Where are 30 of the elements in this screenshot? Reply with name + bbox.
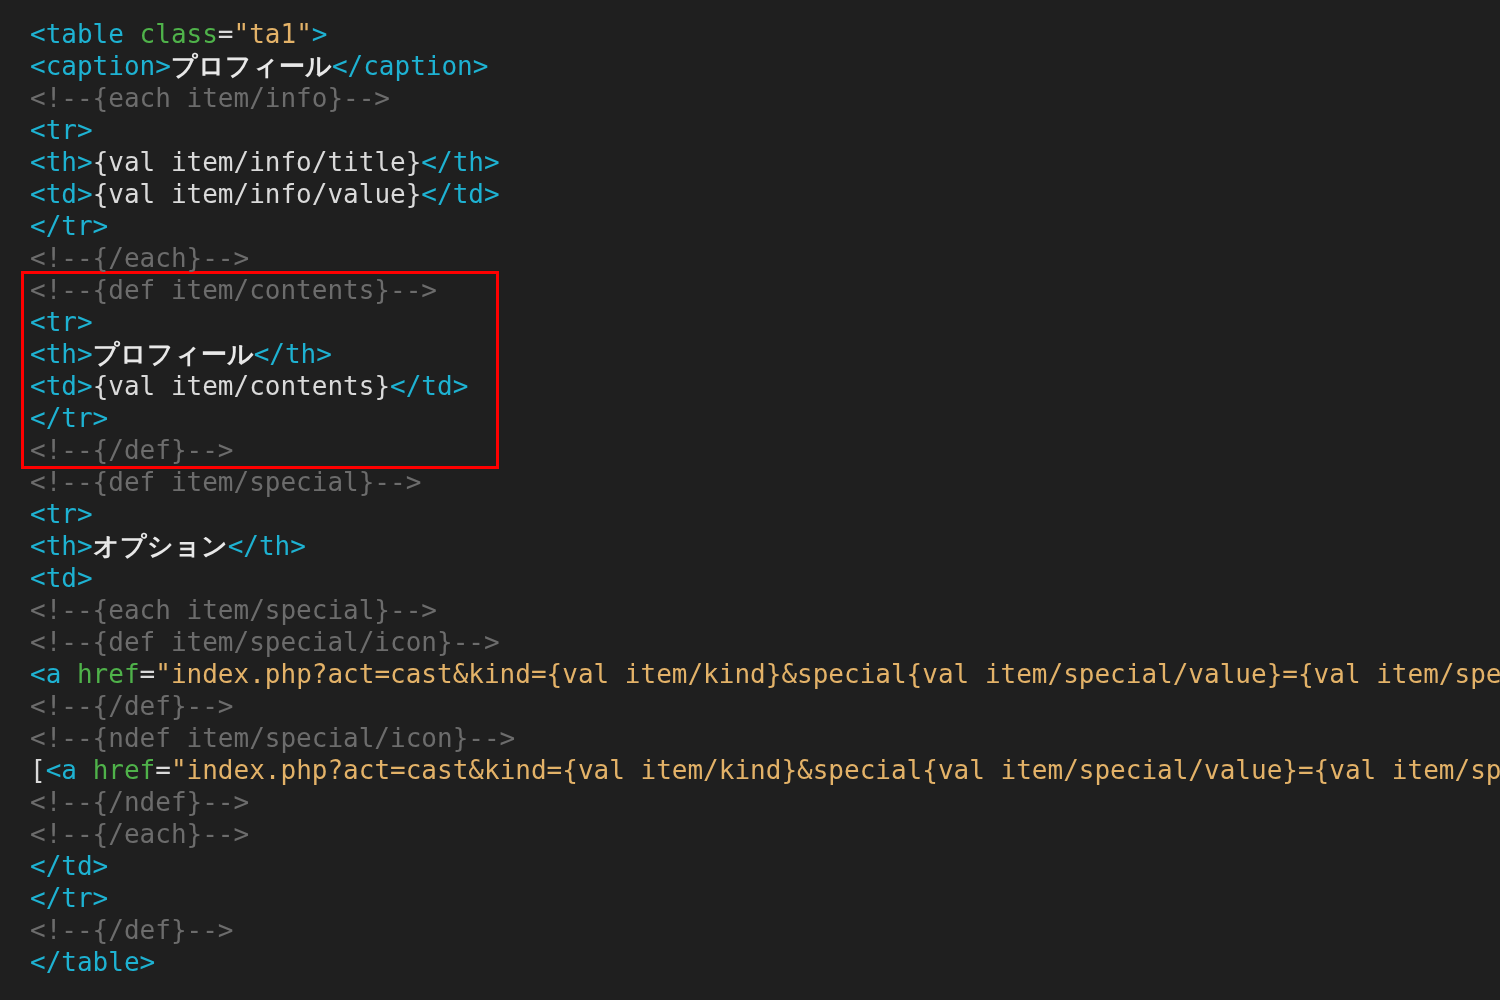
code-line: <!--{each item/special}-->: [30, 594, 437, 626]
code-line: <td>{val item/info/value}</td>: [30, 178, 500, 210]
code-line: <tr>: [30, 114, 93, 146]
code-line: <!--{/def}-->: [30, 434, 234, 466]
code-line: <tr>: [30, 498, 93, 530]
code-line: <td>: [30, 562, 93, 594]
code-line: <!--{def item/contents}-->: [30, 274, 437, 306]
code-line: <td>{val item/contents}</td>: [30, 370, 469, 402]
code-line: <tr>: [30, 306, 93, 338]
code-line: <!--{/def}-->: [30, 690, 234, 722]
code-line: <!--{ndef item/special/icon}-->: [30, 722, 516, 754]
code-line: </td>: [30, 850, 109, 882]
code-line: <table class="ta1">: [30, 18, 328, 50]
code-line: <!--{/each}-->: [30, 818, 250, 850]
code-line: <!--{each item/info}-->: [30, 82, 391, 114]
code-line: <a href="index.php?act=cast&kind={val item/kind}&special{val item/special/value}={val item/spe: [30, 658, 1500, 690]
code-line: <!--{def item/special}-->: [30, 466, 422, 498]
code-line: </tr>: [30, 210, 109, 242]
code-line: </tr>: [30, 882, 109, 914]
code-line: </table>: [30, 946, 156, 978]
code-line: <!--{/ndef}-->: [30, 786, 250, 818]
code-line: <!--{/def}-->: [30, 914, 234, 946]
code-line: </tr>: [30, 402, 109, 434]
code-line: <!--{/each}-->: [30, 242, 250, 274]
code-line: <caption>プロフィール</caption>: [30, 50, 489, 82]
code-line: <th>{val item/info/title}</th>: [30, 146, 500, 178]
code-line: <th>オプション</th>: [30, 530, 306, 562]
code-line: <!--{def item/special/icon}-->: [30, 626, 500, 658]
code-line: [<a href="index.php?act=cast&kind={val item/kind}&special{val item/special/value}={val item/sp: [30, 754, 1500, 786]
code-line: <th>プロフィール</th>: [30, 338, 332, 370]
